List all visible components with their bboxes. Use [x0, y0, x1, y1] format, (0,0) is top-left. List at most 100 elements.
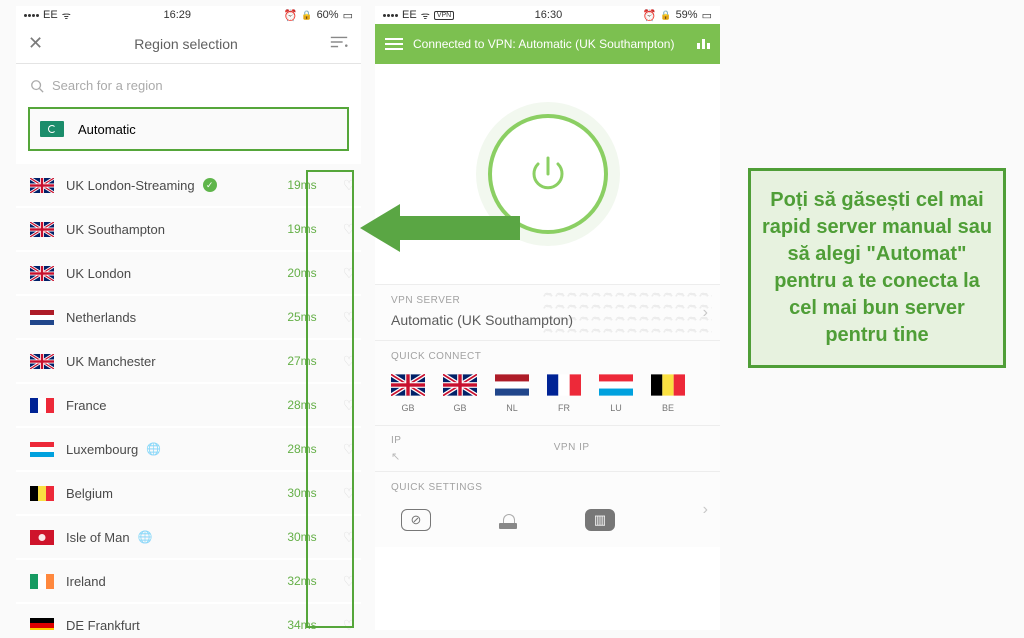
alarm-icon: ⏰	[284, 9, 298, 22]
quick-connect-item[interactable]: GB	[443, 374, 477, 413]
battery-icon: ▭	[343, 9, 353, 22]
app-header: Connected to VPN: Automatic (UK Southamp…	[375, 24, 720, 64]
quick-connect-item[interactable]: LU	[599, 374, 633, 413]
flag-icon	[30, 178, 54, 193]
latency-value: 27ms	[279, 354, 325, 368]
clock: 16:30	[535, 9, 563, 21]
flag-icon	[30, 486, 54, 501]
favorite-icon[interactable]: ♡	[337, 397, 361, 414]
clock: 16:29	[163, 9, 191, 21]
menu-icon[interactable]	[385, 38, 403, 50]
country-code: LU	[599, 403, 633, 413]
chevron-right-icon: ›	[703, 304, 708, 322]
lock-icon: 🔒	[660, 10, 671, 21]
chevron-right-icon: ›	[703, 501, 708, 519]
quick-connect-item[interactable]: NL	[495, 374, 529, 413]
quick-connect-section: QUICK CONNECT GB GB NL FR LU BE	[375, 340, 720, 425]
search-icon	[30, 79, 44, 93]
latency-value: 32ms	[279, 574, 325, 588]
automatic-row[interactable]: Automatic	[28, 107, 349, 151]
quick-connect-label: QUICK CONNECT	[391, 351, 704, 362]
server-row[interactable]: Belgium 30ms ♡	[16, 472, 361, 514]
favorite-icon[interactable]: ♡	[337, 177, 361, 194]
country-code: GB	[443, 403, 477, 413]
ip-label: IP	[391, 435, 541, 446]
favorite-icon[interactable]: ♡	[337, 265, 361, 282]
favorite-icon[interactable]: ♡	[337, 221, 361, 238]
flag-icon	[30, 618, 54, 631]
favorite-icon[interactable]: ♡	[337, 573, 361, 590]
server-name: UK Southampton	[66, 222, 267, 237]
signal-icon	[24, 14, 39, 17]
killswitch-icon[interactable]: ⊘	[401, 509, 431, 531]
server-row[interactable]: Luxembourg 🌐 28ms ♡	[16, 428, 361, 470]
server-row[interactable]: Netherlands 25ms ♡	[16, 296, 361, 338]
automatic-label: Automatic	[78, 122, 136, 137]
favorite-icon[interactable]: ♡	[337, 485, 361, 502]
network-icon[interactable]	[493, 509, 523, 531]
cursor-icon: ↖	[391, 451, 400, 463]
region-header: ✕ Region selection	[16, 24, 361, 64]
flag-icon	[30, 574, 54, 589]
battery-label: 60%	[317, 9, 339, 21]
server-row[interactable]: UK Manchester 27ms ♡	[16, 340, 361, 382]
globe-icon: 🌐	[138, 530, 153, 544]
server-row[interactable]: DE Frankfurt 34ms ♡	[16, 604, 361, 630]
server-name: DE Frankfurt	[66, 618, 267, 631]
server-row[interactable]: Ireland 32ms ♡	[16, 560, 361, 602]
latency-value: 19ms	[279, 222, 325, 236]
signal-icon	[383, 14, 398, 17]
power-icon	[524, 150, 572, 198]
region-title: Region selection	[134, 36, 238, 52]
favorite-icon[interactable]: ♡	[337, 309, 361, 326]
close-icon[interactable]: ✕	[28, 33, 43, 54]
vpn-server-section[interactable]: VPN SERVER Automatic (UK Southampton) ›	[375, 284, 720, 340]
phone-region-selection: EE ᯤ 16:29 ⏰ 🔒 60% ▭ ✕ Region selection …	[16, 6, 361, 630]
server-name: Ireland	[66, 574, 267, 589]
latency-value: 19ms	[279, 178, 325, 192]
latency-value: 20ms	[279, 266, 325, 280]
favorite-icon[interactable]: ♡	[337, 353, 361, 370]
flag-icon	[651, 374, 685, 396]
flag-icon	[30, 222, 54, 237]
quick-connect-item[interactable]: GB	[391, 374, 425, 413]
quick-connect-item[interactable]: FR	[547, 374, 581, 413]
sort-icon[interactable]	[329, 33, 349, 54]
flag-icon	[599, 374, 633, 396]
quick-settings-section: QUICK SETTINGS › ⊘ ▥	[375, 471, 720, 547]
server-row[interactable]: France 28ms ♡	[16, 384, 361, 426]
server-name: UK London	[66, 266, 267, 281]
battery-icon: ▭	[702, 9, 712, 22]
favorite-icon[interactable]: ♡	[337, 617, 361, 631]
favorite-icon[interactable]: ♡	[337, 441, 361, 458]
quick-connect-item[interactable]: BE	[651, 374, 685, 413]
flag-icon	[30, 266, 54, 281]
flag-icon	[30, 442, 54, 457]
status-bar: EE ᯤ 16:29 ⏰ 🔒 60% ▭	[16, 6, 361, 24]
quick-settings-label: QUICK SETTINGS	[391, 482, 704, 493]
flag-icon	[495, 374, 529, 396]
settings-tile-icon[interactable]: ▥	[585, 509, 615, 531]
favorite-icon[interactable]: ♡	[337, 529, 361, 546]
latency-value: 28ms	[279, 398, 325, 412]
server-row[interactable]: Isle of Man 🌐 30ms ♡	[16, 516, 361, 558]
flag-icon	[547, 374, 581, 396]
server-row[interactable]: UK Southampton 19ms ♡	[16, 208, 361, 250]
phone-connected: EE ᯤ VPN 16:30 ⏰ 🔒 59% ▭ Connected to VP…	[375, 6, 720, 630]
region-select-icon[interactable]	[697, 39, 710, 49]
server-name: Luxembourg 🌐	[66, 442, 267, 457]
latency-value: 30ms	[279, 530, 325, 544]
country-code: BE	[651, 403, 685, 413]
automatic-icon	[40, 121, 64, 137]
vpn-ip-label: VPN IP	[554, 442, 704, 453]
status-bar: EE ᯤ VPN 16:30 ⏰ 🔒 59% ▭	[375, 6, 720, 24]
server-row[interactable]: UK London-Streaming ✓ 19ms ♡	[16, 164, 361, 206]
search-input[interactable]: Search for a region	[16, 64, 361, 107]
server-name: Netherlands	[66, 310, 267, 325]
alarm-icon: ⏰	[643, 9, 657, 22]
server-row[interactable]: UK London 20ms ♡	[16, 252, 361, 294]
world-map-icon	[542, 289, 712, 339]
check-icon: ✓	[203, 178, 217, 192]
flag-icon	[30, 310, 54, 325]
country-code: NL	[495, 403, 529, 413]
